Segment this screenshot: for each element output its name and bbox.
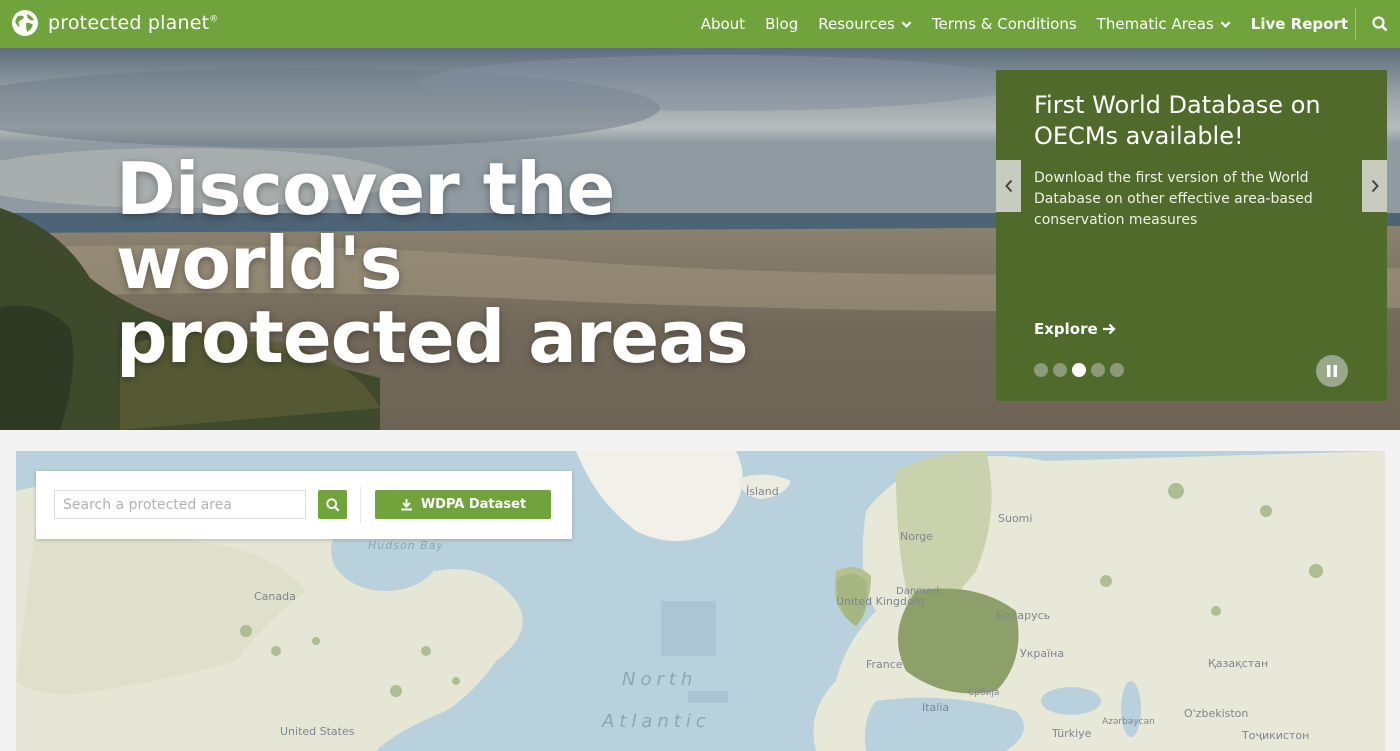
- map-label-srbija: Србија: [968, 688, 1000, 698]
- protected-area-search-input[interactable]: [54, 490, 306, 519]
- hero-title: Discover the world's protected areas: [116, 147, 749, 379]
- arrow-right-icon: [1102, 323, 1116, 335]
- chevron-right-icon: [1371, 179, 1379, 193]
- map-label-tojikiston: Тоҷикистон: [1242, 729, 1310, 742]
- carousel-prev-button[interactable]: [996, 160, 1021, 212]
- map-label-ukraine: Україна: [1020, 647, 1065, 660]
- wdpa-dataset-download-button[interactable]: WDPA Dataset: [375, 490, 551, 519]
- chevron-left-icon: [1004, 179, 1012, 193]
- map-label-island: Ísland: [746, 485, 779, 498]
- map-label-north: North: [622, 669, 698, 690]
- carousel-dot-5[interactable]: [1110, 363, 1124, 377]
- map-label-suomi: Suomi: [998, 512, 1033, 525]
- map-label-uzbekistan: O'zbekiston: [1184, 707, 1249, 720]
- carousel-dot-3[interactable]: [1072, 363, 1086, 377]
- panel-divider: [360, 487, 361, 523]
- map-label-france: France: [866, 658, 903, 671]
- carousel-dot-2[interactable]: [1053, 363, 1067, 377]
- search-icon: [325, 497, 339, 511]
- globe-icon: [12, 10, 38, 36]
- map-search-panel: WDPA Dataset: [36, 471, 572, 539]
- carousel-card: First World Database on OECMs available!…: [996, 70, 1387, 401]
- map-label-kazakhstan: Қазақстан: [1208, 657, 1269, 670]
- search-submit-button[interactable]: [318, 490, 347, 519]
- nav-about[interactable]: About: [701, 15, 745, 33]
- map-label-azerbaycan: Azərbaycan: [1102, 717, 1155, 727]
- nav-divider: [1355, 8, 1356, 40]
- map-label-united-states: United States: [280, 725, 355, 738]
- search-icon: [1372, 16, 1388, 32]
- nav-blog[interactable]: Blog: [765, 15, 798, 33]
- map-label-hudson-bay: Hudson Bay: [368, 539, 444, 552]
- logo[interactable]: protected planet®: [10, 6, 218, 40]
- carousel-dot-4[interactable]: [1091, 363, 1105, 377]
- nav-resources[interactable]: Resources: [818, 15, 912, 33]
- map-label-italia: Italia: [922, 701, 950, 714]
- header-search-button[interactable]: [1366, 10, 1394, 38]
- map-label-belarus: Беларусь: [996, 609, 1051, 622]
- map-label-turkiye: Türkiye: [1052, 727, 1092, 740]
- map-label-atlantic: Atlantic: [602, 711, 711, 732]
- pause-icon: [1327, 365, 1337, 377]
- map-label-danmark: Danmark: [896, 586, 942, 597]
- carousel-description: Download the first version of the World …: [1034, 170, 1313, 228]
- nav-terms[interactable]: Terms & Conditions: [932, 15, 1077, 33]
- carousel-pagination: [1034, 363, 1124, 377]
- chevron-down-icon: [901, 20, 912, 28]
- carousel-dot-1[interactable]: [1034, 363, 1048, 377]
- logo-text: protected planet®: [48, 12, 219, 34]
- explore-link[interactable]: Explore: [1034, 320, 1116, 338]
- carousel-next-button[interactable]: [1362, 160, 1387, 212]
- map-label-norge: Norge: [900, 530, 934, 543]
- top-navigation-bar: protected planet® About Blog Resources T…: [0, 0, 1400, 48]
- nav-thematic-areas[interactable]: Thematic Areas: [1097, 15, 1231, 33]
- nav-live-report[interactable]: Live Report: [1251, 15, 1348, 33]
- carousel-pause-button[interactable]: [1316, 355, 1348, 387]
- main-nav: About Blog Resources Terms & Conditions …: [681, 0, 1348, 48]
- map-label-canada: Canada: [254, 590, 296, 603]
- chevron-down-icon: [1220, 20, 1231, 28]
- download-icon: [400, 499, 412, 511]
- carousel-title: First World Database on OECMs available!: [1034, 91, 1321, 150]
